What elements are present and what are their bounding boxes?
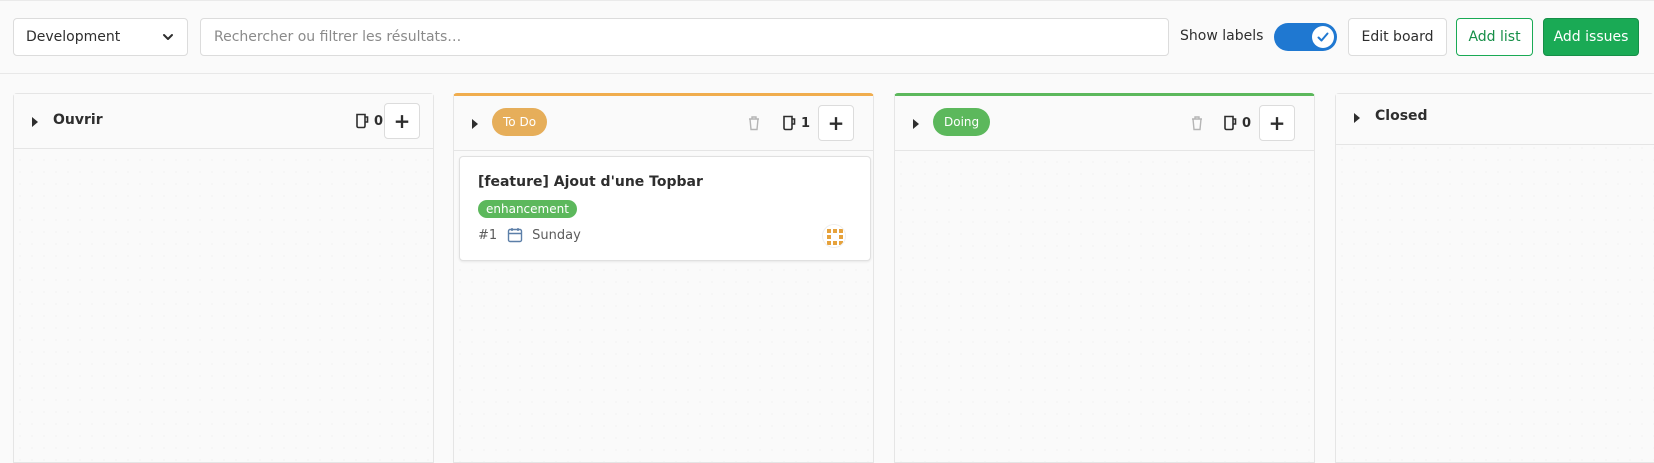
list-title: Ouvrir [53,112,103,128]
board-toolbar: Development Rechercher ou filtrer les ré… [0,0,1654,74]
chevron-down-icon [163,34,173,40]
collapse-caret-icon[interactable] [32,117,38,127]
issue-count-value: 1 [801,115,811,131]
collapse-caret-icon[interactable] [913,119,919,129]
board-list-ouvrir: Ouvrir 0 + [13,93,434,463]
issues-icon [356,113,369,129]
identicon-avatar [823,225,845,247]
toggle-knob [1312,26,1334,48]
add-issue-button[interactable]: + [818,105,854,141]
show-labels-label: Show labels [1180,28,1264,44]
list-header: Closed [1336,94,1654,145]
issue-count-value: 0 [1242,115,1252,131]
issue-number: #1 [478,227,498,243]
board-selector-dropdown[interactable]: Development [13,18,188,56]
issues-icon [783,115,796,131]
list-header: To Do 1 + [454,96,873,151]
board-list-closed: Closed [1335,93,1654,463]
edit-board-button[interactable]: Edit board [1348,18,1447,56]
board-list-todo: To Do 1 + [feature] Ajout d'une Topbar e… [453,93,874,463]
add-list-button[interactable]: Add list [1456,18,1533,56]
collapse-caret-icon[interactable] [472,119,478,129]
issue-meta: #1 Sunday [478,225,581,245]
issues-icon [1224,115,1237,131]
issue-count: 0 [1223,113,1251,133]
issue-card[interactable]: [feature] Ajout d'une Topbar enhancement… [459,156,871,261]
add-issues-button[interactable]: Add issues [1543,18,1639,56]
board-selector-label: Development [26,29,121,45]
list-label-pill: Doing [933,108,991,136]
issue-due-date: Sunday [532,227,581,243]
issue-count: 1 [782,113,810,133]
add-issue-button[interactable]: + [1259,105,1295,141]
assignee-avatar[interactable] [822,224,846,248]
calendar-icon [507,228,523,243]
issue-title[interactable]: [feature] Ajout d'une Topbar [478,174,703,190]
issue-count-value: 0 [374,113,384,129]
list-header: Ouvrir 0 + [14,94,433,149]
list-title: Closed [1375,108,1428,124]
trash-icon[interactable] [1190,115,1204,131]
add-issue-button[interactable]: + [384,103,420,139]
issue-count: 0 [355,111,383,131]
search-input[interactable]: Rechercher ou filtrer les résultats… [200,18,1169,56]
trash-icon[interactable] [747,115,761,131]
board-list-doing: Doing 0 + [894,93,1315,463]
collapse-caret-icon[interactable] [1354,113,1360,123]
issue-label-enhancement[interactable]: enhancement [478,200,577,218]
show-labels-toggle[interactable] [1274,23,1337,51]
search-placeholder: Rechercher ou filtrer les résultats… [214,29,462,45]
check-icon [1317,32,1329,42]
list-header: Doing 0 + [895,96,1314,151]
list-label-pill: To Do [492,108,548,136]
